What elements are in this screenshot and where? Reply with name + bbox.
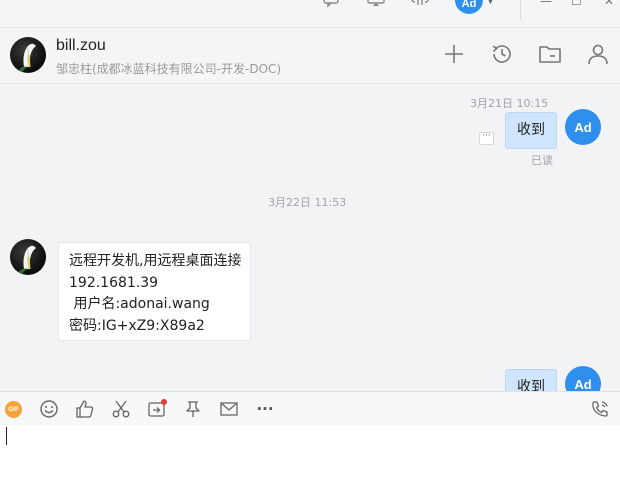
text-cursor	[6, 427, 7, 445]
title-bar: Ad ▼ — ☐ ✕	[0, 0, 620, 28]
incoming-message-bubble[interactable]: 远程开发机,用远程桌面连接 192.1681.39 用户名:adonai.wan…	[58, 242, 251, 341]
message-line: 密码:IG+xZ9:X89a2	[69, 317, 205, 334]
message-more-icon[interactable]: ···	[479, 132, 494, 145]
mail-icon[interactable]	[219, 399, 239, 419]
phone-icon[interactable]	[590, 399, 610, 419]
close-icon[interactable]: ✕	[604, 0, 614, 8]
user-avatar[interactable]: Ad	[455, 0, 483, 14]
chat-bubble-icon[interactable]	[322, 0, 340, 10]
contact-name: bill.zou	[56, 37, 106, 54]
add-icon[interactable]	[442, 42, 466, 66]
divider	[520, 0, 521, 20]
composer-toolbar: GIF ···	[0, 391, 620, 425]
contact-subtitle: 邹忠柱(成都冰蓝科技有限公司-开发-DOC)	[56, 62, 282, 76]
my-avatar[interactable]: Ad	[565, 109, 601, 145]
gif-icon[interactable]: GIF	[5, 401, 22, 418]
message-list[interactable]: 3月21日 10:15 收到 Ad ··· 已读 3月22日 11:53 远程开…	[0, 85, 620, 391]
message-line: 192.1681.39	[69, 274, 159, 291]
minimize-icon[interactable]: —	[540, 0, 552, 8]
message-line: 远程开发机,用远程桌面连接	[69, 253, 242, 269]
read-status: 已读	[531, 154, 553, 167]
maximize-icon[interactable]: ☐	[571, 0, 582, 8]
more-icon[interactable]: ···	[255, 399, 275, 419]
chevron-down-icon[interactable]: ▼	[487, 0, 494, 6]
thumbs-up-icon[interactable]	[75, 399, 95, 419]
outgoing-message-bubble[interactable]: 收到	[505, 112, 557, 149]
emoji-icon[interactable]	[39, 399, 59, 419]
notification-dot	[161, 399, 167, 405]
contact-avatar[interactable]	[10, 239, 46, 275]
chat-header: bill.zou 邹忠柱(成都冰蓝科技有限公司-开发-DOC)	[0, 28, 620, 84]
message-line: 用户名:adonai.wang	[69, 296, 210, 312]
cloud-sync-icon[interactable]	[411, 0, 429, 10]
outgoing-message-bubble[interactable]: 收到	[505, 369, 557, 391]
my-avatar[interactable]: Ad	[565, 366, 601, 391]
message-timestamp: 3月21日 10:15	[470, 97, 549, 110]
folder-icon[interactable]	[538, 42, 562, 66]
pin-icon[interactable]	[183, 399, 203, 419]
message-input[interactable]	[0, 425, 620, 479]
scissors-icon[interactable]	[111, 399, 131, 419]
profile-icon[interactable]	[586, 42, 610, 66]
history-icon[interactable]	[490, 42, 514, 66]
date-divider: 3月22日 11:53	[268, 196, 347, 209]
screen-icon[interactable]	[367, 0, 385, 10]
contact-avatar[interactable]	[10, 37, 46, 73]
